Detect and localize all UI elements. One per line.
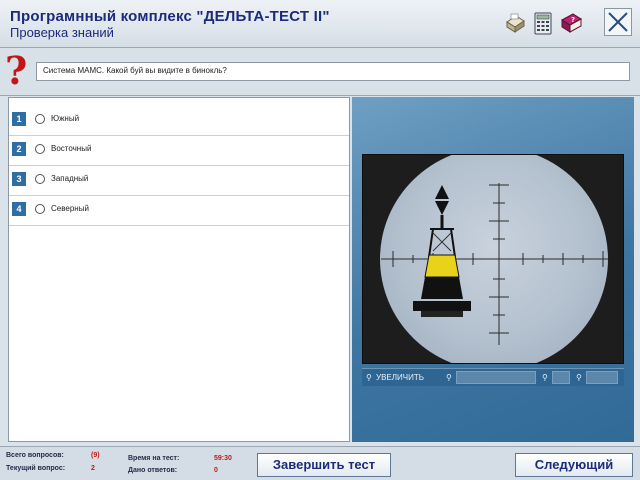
calculator-icon[interactable] [530,10,556,36]
app-subtitle: Проверка знаний [10,25,114,40]
answer-number: 3 [12,172,26,186]
time-value: 59:30 [214,455,232,462]
answer-label: Восточный [51,144,92,153]
answer-option-4[interactable]: 4 Северный [9,198,349,226]
answered-label: Дано ответов: [128,467,178,474]
search-icon: ⚲ [542,373,548,382]
printer-icon[interactable] [502,10,528,36]
search-icon: ⚲ [446,373,452,382]
answer-option-2[interactable]: 2 Восточный [9,138,349,166]
answer-label: Северный [51,204,89,213]
book-icon[interactable]: ? [558,10,584,36]
finish-test-button[interactable]: Завершить тест [257,453,391,477]
status-footer: Всего вопросов: (9) Текущий вопрос: 2 Вр… [0,446,640,480]
image-panel: ⚲ УВЕЛИЧИТЬ ⚲ ⚲ ⚲ [352,97,634,442]
time-label: Время на тест: [128,455,180,462]
answer-radio[interactable] [35,174,45,184]
answers-list: 1 Южный 2 Восточный 3 Западный 4 Северны… [8,97,350,442]
app-header: Програмнный комплекс "ДЕЛЬТА-ТЕСТ II" Пр… [0,0,640,48]
search-icon: ⚲ [576,373,582,382]
answer-number: 4 [12,202,26,216]
buoy-illustration [381,183,609,345]
total-questions-label: Всего вопросов: [6,452,64,459]
answer-option-3[interactable]: 3 Западный [9,168,349,196]
image-slider[interactable] [456,371,536,384]
answer-option-1[interactable]: 1 Южный [9,108,349,136]
next-button[interactable]: Следующий [515,453,633,477]
close-button[interactable] [604,8,632,36]
question-text: Система МАМС. Какой буй вы видите в бино… [43,66,227,75]
answer-number: 1 [12,112,26,126]
answer-radio[interactable] [35,204,45,214]
image-control[interactable] [552,371,570,384]
question-mark-icon: ? [5,48,28,93]
search-icon: ⚲ [366,373,372,382]
binocular-image [362,154,624,364]
answer-radio[interactable] [35,114,45,124]
answer-radio[interactable] [35,144,45,154]
svg-text:?: ? [571,16,575,24]
answer-label: Южный [51,114,80,123]
app-title: Програмнный комплекс "ДЕЛЬТА-ТЕСТ II" [10,8,330,25]
current-question-label: Текущий вопрос: [6,465,66,472]
close-icon [608,12,628,32]
image-control[interactable] [586,371,618,384]
total-questions-value: (9) [91,452,100,459]
current-question-value: 2 [91,465,95,472]
answer-number: 2 [12,142,26,156]
image-toolbar: ⚲ УВЕЛИЧИТЬ ⚲ ⚲ ⚲ [362,368,624,386]
answered-value: 0 [214,467,218,474]
question-box: Система МАМС. Какой буй вы видите в бино… [36,62,630,81]
answer-label: Западный [51,174,89,183]
question-bar: ? Система МАМС. Какой буй вы видите в би… [0,48,640,96]
zoom-button[interactable]: УВЕЛИЧИТЬ [376,371,424,384]
